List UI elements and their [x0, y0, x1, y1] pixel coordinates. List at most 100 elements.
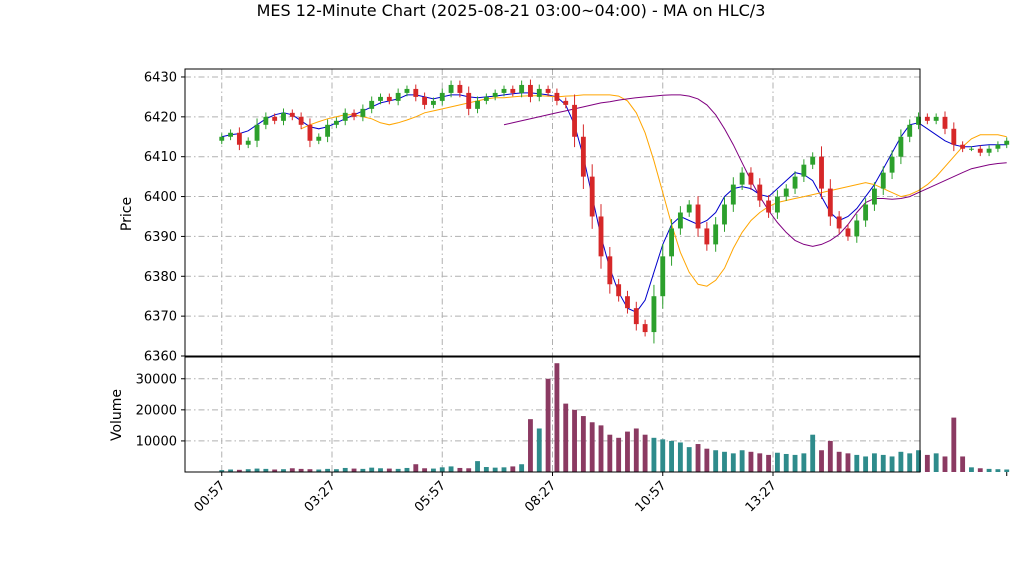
- price-tick-label: 6420: [144, 110, 177, 125]
- candle-body: [686, 204, 692, 213]
- volume-bar: [580, 416, 586, 472]
- chart-title: MES 12-Minute Chart (2025-08-21 03:00~04…: [257, 1, 766, 20]
- volume-bar: [554, 363, 560, 472]
- volume-bar: [942, 456, 948, 472]
- candle-body: [289, 112, 295, 117]
- candle-body: [342, 112, 348, 121]
- volume-bar: [501, 467, 507, 472]
- volume-bar: [528, 419, 533, 472]
- candle-body: [669, 228, 674, 257]
- candle-body: [704, 228, 710, 245]
- price-axis-label: Price: [119, 197, 135, 231]
- time-axis-ticks: 00:57 03:27 05:57 08:27 10:57 13:27: [191, 472, 1008, 515]
- volume-bar: [457, 467, 463, 472]
- volume-bar: [969, 467, 974, 472]
- candle-body: [395, 92, 401, 101]
- volume-tick-label: 20000: [136, 403, 177, 418]
- candle-body: [986, 148, 992, 153]
- candle-body: [386, 96, 392, 101]
- candle-body: [351, 112, 357, 117]
- candle-body: [783, 188, 789, 197]
- candle-body: [863, 204, 869, 221]
- candle-body: [872, 188, 877, 205]
- volume-bar: [669, 440, 674, 472]
- candle-body: [325, 124, 331, 137]
- volume-bar: [810, 434, 816, 472]
- volume-bar: [404, 467, 410, 472]
- candle-body: [572, 104, 577, 137]
- x-tick-label: 08:27: [522, 478, 559, 515]
- volume-bar: [730, 453, 736, 472]
- candle-body: [801, 164, 807, 177]
- volume-bar: [836, 451, 842, 472]
- moving-average-line-2: [300, 94, 1007, 287]
- volume-bar: [431, 468, 436, 472]
- volume-tick-label: 30000: [136, 372, 177, 387]
- volume-bar: [254, 468, 260, 472]
- candle-body: [827, 188, 833, 217]
- candle-body: [254, 124, 260, 141]
- volume-bar: [995, 469, 1001, 472]
- candle-body: [677, 212, 683, 229]
- volume-bar: [933, 453, 939, 472]
- volume-bar: [872, 453, 877, 472]
- price-tick-label: 6380: [144, 270, 177, 285]
- candle-body: [228, 132, 233, 137]
- volume-bar: [563, 403, 569, 472]
- volume-bar: [633, 428, 639, 472]
- volume-bar: [819, 450, 824, 472]
- x-tick-label: 00:57: [191, 478, 228, 515]
- candle-body: [360, 108, 366, 117]
- candle-body: [889, 156, 895, 173]
- candle-body: [633, 308, 639, 325]
- candle-body: [616, 284, 622, 297]
- candle-body: [766, 200, 772, 213]
- volume-bar: [625, 431, 630, 472]
- candle-body: [695, 204, 701, 229]
- candle-body: [439, 92, 445, 101]
- candle-body: [995, 144, 1001, 149]
- volume-bar: [607, 434, 613, 472]
- candle-body: [898, 136, 904, 157]
- x-tick-label: 10:57: [632, 478, 669, 515]
- candle-body: [219, 136, 225, 141]
- volume-bar: [536, 428, 542, 472]
- candle-body: [792, 176, 798, 189]
- candle-body: [730, 184, 736, 205]
- volume-bar: [766, 454, 772, 472]
- volume-bar: [598, 425, 604, 472]
- candle-body: [298, 116, 304, 125]
- candle-body: [589, 176, 595, 217]
- volume-bar: [977, 468, 983, 472]
- price-tick-label: 6390: [144, 230, 177, 245]
- candle-body: [431, 100, 436, 105]
- candle-body: [307, 124, 313, 141]
- moving-average-lines: [221, 92, 1007, 313]
- volume-bar: [466, 468, 472, 472]
- volume-bar: [713, 450, 719, 472]
- candle-body: [545, 88, 551, 93]
- candle-body: [757, 184, 763, 201]
- candle-body: [651, 296, 657, 333]
- candle-body: [810, 156, 816, 165]
- candle-body: [316, 136, 322, 141]
- candle-body: [413, 88, 419, 97]
- candle-body: [457, 84, 463, 93]
- candle-body: [369, 100, 375, 109]
- volume-bar: [986, 468, 992, 472]
- volume-bar: [519, 464, 525, 472]
- candle-body: [528, 84, 533, 97]
- candlesticks: [219, 79, 1010, 344]
- volume-bar: [589, 422, 595, 472]
- candle-body: [713, 224, 719, 245]
- candle-body: [598, 216, 604, 257]
- candle-body: [642, 324, 648, 333]
- moving-average-line-3: [503, 94, 1007, 247]
- volume-bar: [572, 409, 577, 472]
- candle-body: [422, 96, 428, 105]
- volume-bar: [351, 468, 357, 472]
- candle-body: [854, 220, 860, 237]
- candle-body: [281, 112, 286, 121]
- volume-bars: [219, 363, 1010, 472]
- volume-bar: [422, 468, 428, 472]
